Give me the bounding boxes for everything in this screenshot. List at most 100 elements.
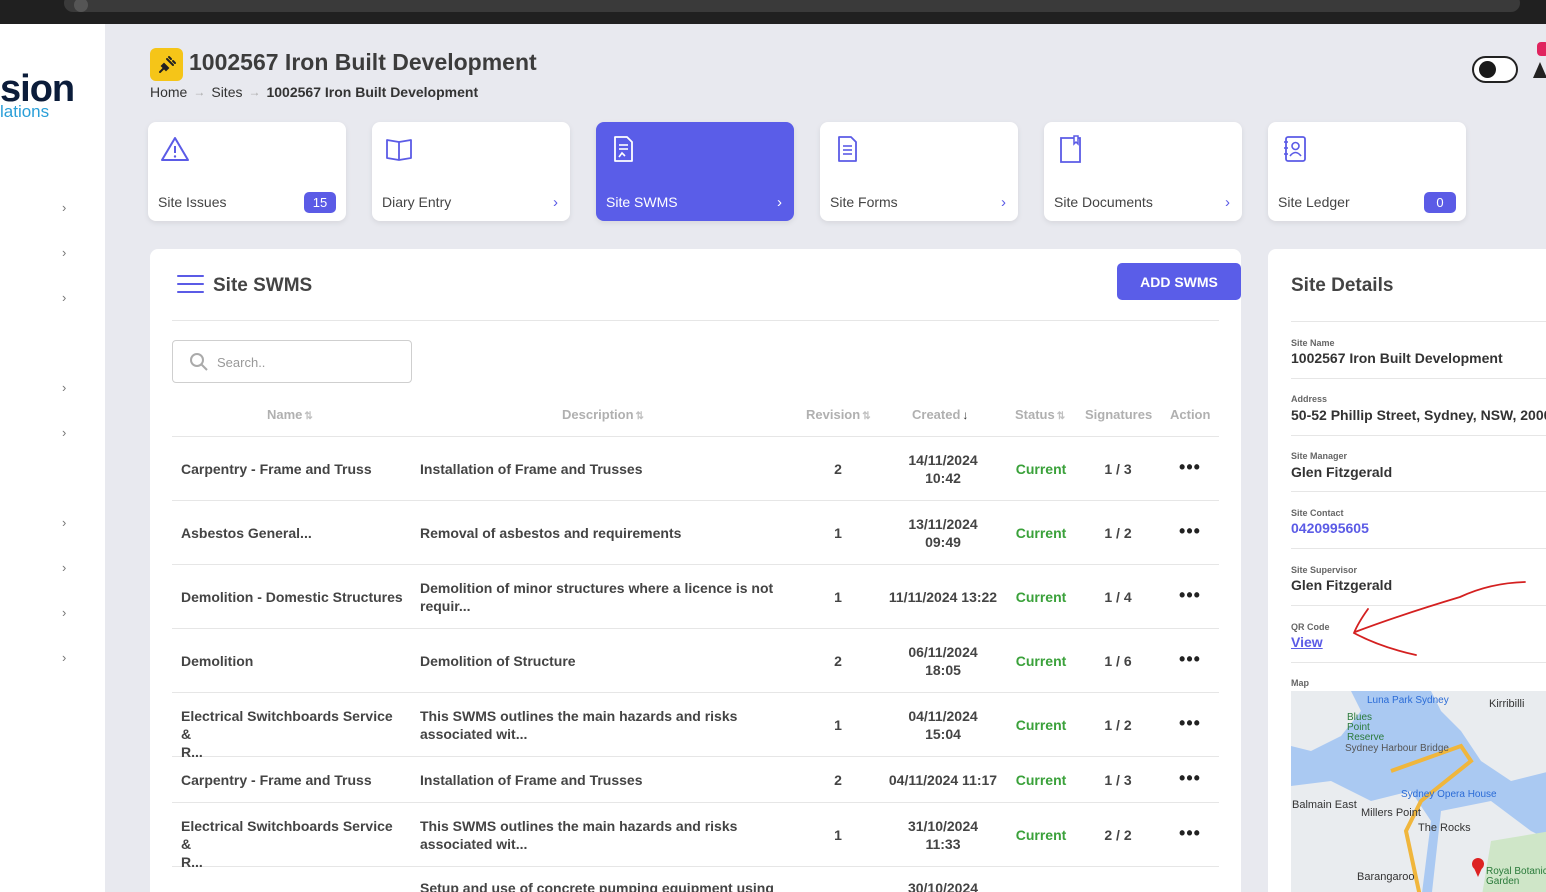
search-input[interactable] [217, 351, 397, 373]
tile-site-documents[interactable]: Site Documents › [1044, 122, 1242, 221]
browser-top-bar [0, 0, 1546, 24]
status-label: Current [1015, 717, 1067, 733]
tile-label: Site SWMS [606, 194, 678, 210]
cell-description: Demolition of Structure [420, 653, 576, 669]
cell-created: 06/11/2024 18:05 [908, 644, 978, 678]
chevron-right-icon[interactable]: › [62, 651, 74, 664]
cell-description: Setup and use of concrete pumping equipm… [420, 880, 774, 892]
cell-created: 30/10/2024 [907, 880, 979, 892]
more-actions-icon[interactable]: ••• [1162, 714, 1218, 732]
contact-book-icon [1284, 136, 1306, 162]
sort-desc-icon: ↓ [962, 408, 969, 422]
divider [1291, 321, 1546, 322]
cell-description: Installation of Frame and Trusses [420, 772, 643, 788]
theme-toggle[interactable] [1472, 56, 1518, 83]
tile-label: Site Ledger [1278, 194, 1350, 210]
table-row[interactable]: Demolition - Domestic Structures Demoliti… [172, 565, 1219, 629]
breadcrumb-sites[interactable]: Sites [211, 84, 242, 100]
status-label: Current [1015, 461, 1067, 477]
cell-created: 13/11/2024 09:49 [908, 516, 978, 550]
site-contact-phone-link[interactable]: 0420995605 [1291, 520, 1369, 536]
more-actions-icon[interactable]: ••• [1162, 458, 1218, 476]
column-header-revision[interactable]: Revision ⇅ [806, 407, 871, 422]
map-place-label: Balmain East [1292, 799, 1357, 811]
more-actions-icon[interactable]: ••• [1162, 824, 1218, 842]
search-box[interactable] [172, 340, 412, 383]
breadcrumb-home[interactable]: Home [150, 84, 187, 100]
column-header-label: Created [912, 407, 961, 422]
sort-icon: ⇅ [635, 411, 644, 422]
cell-name: Electrical Switchboards Service & R... [181, 818, 393, 870]
tile-site-issues[interactable]: Site Issues 15 [148, 122, 346, 221]
status-label: Current [1015, 589, 1067, 605]
menu-icon[interactable] [177, 275, 204, 295]
field-value-site-manager: Glen Fitzgerald [1291, 464, 1393, 480]
more-actions-icon[interactable]: ••• [1162, 650, 1218, 668]
column-header-label: Name [267, 407, 303, 422]
tile-label: Site Forms [830, 194, 898, 210]
table-row[interactable]: Asbestos General... Removal of asbestos a… [172, 501, 1219, 565]
breadcrumb-arrow-icon: → [248, 85, 261, 99]
cell-created: 04/11/2024 11:17 [888, 772, 998, 788]
cell-name: Carpentry - Frame and Truss [181, 461, 372, 477]
cell-revision: 1 [834, 525, 842, 541]
browser-menu-dot [74, 0, 88, 12]
column-header-label: Revision [806, 407, 861, 422]
tile-label: Diary Entry [382, 194, 452, 210]
qr-code-view-link[interactable]: View [1291, 634, 1323, 650]
cell-description: Removal of asbestos and requirements [420, 525, 682, 541]
cell-revision: 2 [834, 461, 842, 477]
notification-badge[interactable] [1537, 42, 1546, 56]
card-header: Site SWMS ADD SWMS [172, 249, 1241, 321]
table-row[interactable]: Electrical Switchboards Service & R... Th… [172, 693, 1219, 760]
table-header: Name ⇅ Description ⇅ Revision ⇅ Created ↓ St… [172, 399, 1219, 437]
site-map[interactable]: Luna Park Sydney Kirribilli Blues Point … [1291, 691, 1546, 892]
chevron-right-icon[interactable]: › [62, 381, 74, 394]
cell-created: 11/11/2024 13:22 [888, 589, 998, 605]
map-place-label: Luna Park Sydney [1367, 695, 1449, 706]
chevron-right-icon: › [777, 194, 782, 211]
column-header-description[interactable]: Description ⇅ [562, 407, 644, 422]
add-swms-button[interactable]: ADD SWMS [1117, 263, 1241, 300]
cell-revision: 2 [834, 653, 842, 669]
cell-description: This SWMS outlines the main hazards and … [420, 708, 738, 742]
chevron-right-icon[interactable]: › [62, 291, 74, 304]
tile-site-forms[interactable]: Site Forms › [820, 122, 1018, 221]
tile-site-ledger[interactable]: Site Ledger 0 [1268, 122, 1466, 221]
field-label-qr-code: QR Code [1291, 622, 1330, 632]
map-place-label: Barangaroo [1357, 871, 1415, 883]
status-label: Current [1015, 827, 1067, 843]
swms-card: Site SWMS ADD SWMS Name⇅ Description⇅ Re… [150, 249, 1241, 892]
field-value-site-name: 1002567 Iron Built Development [1291, 350, 1503, 366]
table-row[interactable]: Electrical Switchboards Service & R... Th… [172, 803, 1219, 870]
table-row[interactable]: Demolition Demolition of Structure 2 06/11/… [172, 629, 1219, 693]
column-header-status[interactable]: Status ⇅ [1015, 407, 1065, 422]
chevron-right-icon[interactable]: › [62, 246, 74, 259]
tile-site-swms[interactable]: Site SWMS › [596, 122, 794, 221]
warning-icon [161, 137, 189, 161]
chevron-right-icon: › [1225, 194, 1230, 211]
divider [1291, 435, 1546, 436]
field-value-address: 50-52 Phillip Street, Sydney, NSW, 2000 [1291, 407, 1546, 423]
field-label-site-contact: Site Contact [1291, 508, 1344, 518]
table-row[interactable]: Carpentry - Frame and Truss Installation … [172, 757, 1219, 803]
more-actions-icon[interactable]: ••• [1162, 769, 1218, 787]
table-row[interactable]: Carpentry - Frame and Truss Installation … [172, 437, 1219, 501]
chevron-right-icon[interactable]: › [62, 516, 74, 529]
map-place-label: Kirribilli [1489, 698, 1525, 710]
chevron-right-icon[interactable]: › [62, 561, 74, 574]
more-actions-icon[interactable]: ••• [1162, 586, 1218, 604]
chevron-right-icon[interactable]: › [62, 426, 74, 439]
sort-icon: ⇅ [1056, 411, 1066, 422]
cell-revision: 1 [834, 589, 842, 605]
warning-icon[interactable] [1532, 60, 1546, 80]
more-actions-icon[interactable]: ••• [1162, 522, 1218, 540]
column-header-created[interactable]: Created ↓ [912, 407, 968, 422]
table-row[interactable]: Setup and use of concrete pumping equipm… [172, 867, 1219, 892]
browser-url-bar[interactable] [64, 0, 1520, 12]
cell-created: 14/11/2024 10:42 [908, 452, 978, 486]
chevron-right-icon[interactable]: › [62, 606, 74, 619]
column-header-name[interactable]: Name ⇅ [267, 407, 313, 422]
chevron-right-icon[interactable]: › [62, 201, 74, 214]
tile-diary-entry[interactable]: Diary Entry › [372, 122, 570, 221]
